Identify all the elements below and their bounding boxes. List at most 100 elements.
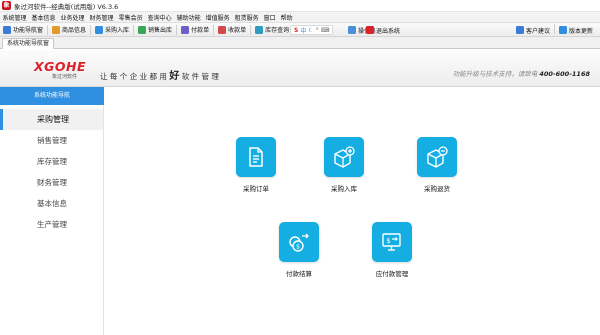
purchase-inbound-label: 采购入库 [331, 185, 357, 193]
toolbar-separator [133, 24, 135, 35]
purchase-inbound-tile [324, 137, 364, 177]
sidebar-item-basic-info[interactable]: 基本信息 [0, 193, 103, 214]
purchase-return-label: 采购退货 [424, 185, 450, 193]
toolbar-right-group: 客户建议 版本更新 [513, 24, 596, 36]
banner-slogan: 让每个企业都用好软件管理 [100, 67, 221, 82]
window-title: 象过河软件--经典版(试用版) V6.3.6 [14, 2, 119, 11]
stock-query-icon [255, 25, 264, 34]
payable-management-button[interactable]: $ 应付款管理 [362, 222, 422, 278]
toolbar-nav-button[interactable]: 功能导航窗 [0, 24, 46, 36]
toolbar-separator [250, 24, 252, 35]
menu-aux[interactable]: 辅助功能 [174, 13, 203, 22]
toolbar-exit-label: 退出系统 [376, 27, 401, 35]
support-hotline: 功能升级与技术支持，请致电 400-600-1168 [453, 68, 590, 78]
toolbar-purchase-in-label: 采购入库 [105, 27, 130, 34]
toolbar-sales-out-label: 销售出库 [148, 27, 173, 34]
tab-function-navigation[interactable]: 系统功能导航窗 [2, 38, 55, 49]
hotline-number: 400-600-1168 [539, 70, 590, 78]
menu-basic-info[interactable]: 基本信息 [29, 13, 58, 22]
app-logo-icon: 象 [2, 1, 11, 10]
menu-window[interactable]: 窗口 [261, 13, 278, 22]
title-bar: 象 象过河软件--经典版(试用版) V6.3.6 [0, 0, 600, 12]
brand-logo-text: XGOHE [34, 59, 87, 74]
hotline-label: 功能升级与技术支持，请致电 [452, 70, 538, 78]
sidebar-item-inventory[interactable]: 库存管理 [0, 151, 103, 172]
sidebar-item-purchase[interactable]: 采购管理 [0, 109, 103, 130]
toolbar-separator [213, 24, 215, 35]
menu-system[interactable]: 系统管理 [0, 13, 29, 22]
payable-management-tile: $ [372, 222, 412, 262]
purchase-return-tile [417, 137, 457, 177]
tab-strip: 系统功能导航窗 [0, 37, 600, 49]
purchase-inbound-icon [334, 146, 355, 168]
toolbar-goods-label: 商品信息 [62, 27, 87, 34]
slogan-emphasis: 好 [169, 71, 182, 82]
toolbar-nav-label: 功能导航窗 [13, 27, 44, 34]
toolbar-separator [90, 24, 92, 35]
sidebar-item-finance[interactable]: 财务管理 [0, 172, 103, 193]
toolbar-stock-query-label: 库存查询 [265, 27, 290, 34]
menu-retail-member[interactable]: 零售会员 [116, 13, 145, 22]
home-icon [3, 25, 11, 34]
toolbar-separator [553, 24, 555, 34]
toolbar-payment-label: 付款单 [191, 27, 210, 34]
operator-icon [348, 26, 356, 34]
purchase-order-icon [249, 147, 263, 167]
ime-toolbar[interactable]: S 中 ☾ ° ⌨ [290, 25, 334, 35]
toolbar-separator [176, 24, 178, 35]
purchase-inbound-button[interactable]: 采购入库 [314, 137, 374, 193]
payable-management-label: 应付款管理 [375, 270, 409, 278]
purchase-return-button[interactable]: 采购退货 [407, 137, 467, 193]
toolbar-goods-button[interactable]: 商品信息 [49, 24, 89, 36]
purchase-order-button[interactable]: 采购订单 [226, 137, 286, 193]
toolbar-sales-out-button[interactable]: 销售出库 [135, 24, 175, 36]
slogan-part-1: 让每个企业都用 [100, 72, 170, 81]
ime-dot-icon: ° [315, 26, 319, 34]
sidebar-list: 采购管理 销售管理 库存管理 财务管理 基本信息 生产管理 [0, 109, 103, 235]
sidebar: 系统功能导航 采购管理 销售管理 库存管理 财务管理 基本信息 生产管理 [0, 87, 104, 335]
svg-text:$: $ [296, 244, 300, 251]
menu-business[interactable]: 业务处理 [58, 13, 87, 22]
brand-logo-subtitle: 象过河软件 [52, 74, 78, 80]
toolbar: 功能导航窗 商品信息 采购入库 销售出库 付款单 收款单 库存查询 S 中 ☾ … [0, 23, 600, 37]
toolbar-suggestion-label: 客户建议 [525, 27, 550, 35]
svg-text:$: $ [386, 237, 390, 245]
toolbar-update-label: 版本更新 [568, 27, 593, 35]
payment-settlement-tile: $ [279, 222, 319, 262]
payment-settlement-button[interactable]: $ 付款结算 [269, 222, 329, 278]
menu-value-added[interactable]: 增值服务 [203, 13, 232, 22]
exit-icon [366, 26, 374, 34]
ime-mode: 中 [300, 27, 307, 35]
purchase-order-label: 采购订单 [243, 185, 269, 193]
payment-icon [181, 25, 190, 34]
banner: XGOHE 象过河软件 让每个企业都用好软件管理 功能升级与技术支持，请致电 4… [0, 50, 600, 87]
toolbar-stock-query-button[interactable]: 库存查询 [252, 24, 292, 36]
toolbar-suggestion-button[interactable]: 客户建议 [513, 24, 553, 36]
suggestion-icon [515, 26, 524, 34]
ime-logo-icon: S [294, 26, 299, 34]
sidebar-item-production[interactable]: 生产管理 [0, 214, 103, 235]
purchase-return-icon [427, 146, 448, 168]
menu-bar: 系统管理 基本信息 业务处理 财务管理 零售会员 查询中心 辅助功能 增值服务 … [0, 12, 600, 23]
menu-query-center[interactable]: 查询中心 [145, 13, 174, 22]
payment-settlement-label: 付款结算 [286, 270, 312, 278]
payment-settlement-icon: $ [289, 233, 309, 252]
menu-finance[interactable]: 财务管理 [87, 13, 116, 22]
ime-keyboard-icon: ⌨ [320, 26, 330, 34]
toolbar-purchase-in-button[interactable]: 采购入库 [92, 24, 132, 36]
brand-logo: XGOHE 象过河软件 [34, 59, 86, 80]
menu-help[interactable]: 帮助 [278, 13, 295, 22]
toolbar-payment-button[interactable]: 付款单 [178, 24, 212, 36]
toolbar-separator [47, 24, 49, 35]
slogan-part-2: 软件管理 [181, 72, 222, 81]
sidebar-header: 系统功能导航 [0, 87, 104, 105]
sales-out-icon [138, 25, 147, 34]
toolbar-exit-button[interactable]: 退出系统 [363, 24, 403, 36]
toolbar-update-button[interactable]: 版本更新 [556, 24, 596, 36]
sidebar-item-sales[interactable]: 销售管理 [0, 130, 103, 151]
payable-management-icon: $ [382, 233, 401, 251]
update-icon [558, 26, 567, 34]
menu-lease[interactable]: 租赁服务 [232, 13, 261, 22]
toolbar-receipt-button[interactable]: 收款单 [215, 24, 249, 36]
goods-icon [52, 25, 61, 34]
